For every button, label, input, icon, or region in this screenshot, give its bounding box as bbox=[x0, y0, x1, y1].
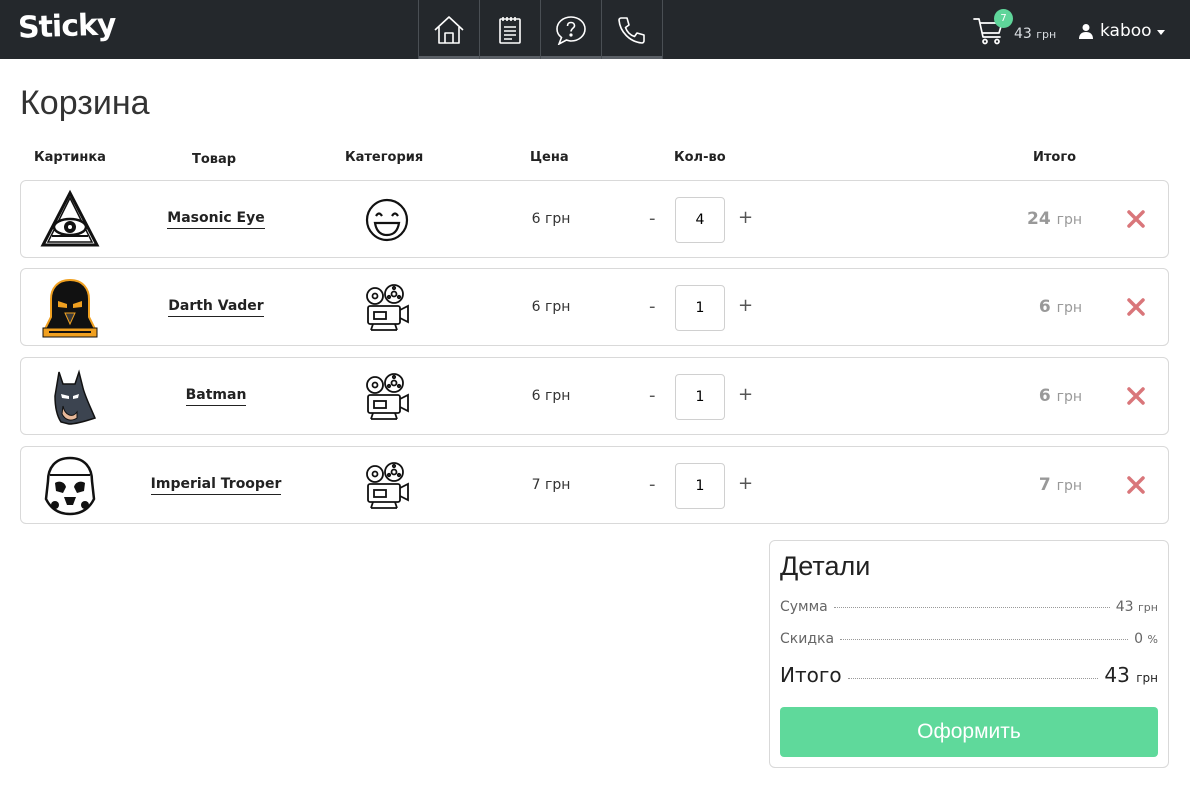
remove-icon[interactable] bbox=[1125, 383, 1147, 409]
checkout-button[interactable]: Оформить bbox=[780, 707, 1158, 757]
details-title: Детали bbox=[780, 551, 871, 581]
grand-total-value: 43 грн bbox=[1104, 663, 1158, 687]
qty-increment-button[interactable]: + bbox=[738, 473, 753, 494]
qty-decrement-button[interactable]: - bbox=[649, 474, 656, 495]
page-title: Корзина bbox=[20, 84, 150, 122]
stormtrooper-icon bbox=[44, 456, 96, 516]
chevron-down-icon bbox=[1156, 29, 1165, 35]
nav-home-button[interactable] bbox=[419, 0, 480, 59]
qty-decrement-button[interactable]: - bbox=[649, 296, 656, 317]
remove-icon[interactable] bbox=[1125, 206, 1147, 232]
cart-row: Imperial Trooper 7 грн - + 7 грн bbox=[20, 446, 1169, 524]
discount-label: Скидка bbox=[780, 631, 835, 647]
notepad-icon bbox=[499, 16, 521, 44]
discount-value: 0 % bbox=[1134, 631, 1158, 647]
qty-increment-button[interactable]: + bbox=[738, 384, 753, 405]
username: kaboo bbox=[1100, 21, 1152, 41]
col-image: Картинка bbox=[34, 150, 106, 165]
qty-input[interactable] bbox=[675, 374, 725, 420]
sum-label: Сумма bbox=[780, 599, 828, 615]
product-name-link[interactable]: Darth Vader bbox=[149, 298, 283, 317]
home-icon bbox=[434, 15, 464, 44]
order-details-panel: Детали Сумма 43 грн Скидка 0 % Итого 43 … bbox=[769, 540, 1169, 768]
product-price: 7 грн bbox=[531, 477, 571, 493]
col-category: Категория bbox=[345, 150, 424, 165]
grand-total-line: Итого 43 грн bbox=[780, 663, 1158, 687]
smiley-icon bbox=[365, 198, 409, 242]
user-menu[interactable]: kaboo bbox=[1078, 21, 1165, 41]
nav-notes-button[interactable] bbox=[480, 0, 541, 59]
nav-faq-button[interactable] bbox=[541, 0, 602, 59]
discount-line: Скидка 0 % bbox=[780, 631, 1158, 647]
film-projector-icon bbox=[366, 284, 409, 331]
row-total: 24 грн bbox=[1027, 209, 1082, 229]
all-seeing-eye-icon bbox=[40, 189, 100, 247]
qty-input[interactable] bbox=[675, 463, 725, 509]
qty-increment-button[interactable]: + bbox=[738, 295, 753, 316]
cart-total-unit: грн bbox=[1036, 28, 1057, 41]
qty-decrement-button[interactable]: - bbox=[649, 385, 656, 406]
product-price: 6 грн bbox=[531, 299, 571, 315]
top-navbar: Sticky 7 43 грн kaboo bbox=[0, 0, 1190, 59]
qty-input[interactable] bbox=[675, 197, 725, 243]
remove-icon[interactable] bbox=[1125, 294, 1147, 320]
dotted-leader bbox=[833, 607, 1110, 608]
nav-icons bbox=[418, 0, 663, 59]
product-price: 6 грн bbox=[531, 211, 571, 227]
sum-value: 43 грн bbox=[1115, 599, 1158, 615]
cart-row: Darth Vader 6 грн - + 6 грн bbox=[20, 268, 1169, 346]
product-name-link[interactable]: Batman bbox=[149, 387, 283, 406]
dotted-leader bbox=[840, 639, 1129, 640]
table-header: Картинка Товар Категория Цена Кол-во Ито… bbox=[0, 150, 1190, 170]
cart-row: Masonic Eye 6 грн - + 24 грн bbox=[20, 180, 1169, 258]
product-name-link[interactable]: Masonic Eye bbox=[149, 210, 283, 229]
cart-total: 43 грн bbox=[1014, 26, 1056, 42]
qty-increment-button[interactable]: + bbox=[738, 207, 753, 228]
cart-row: Batman 6 грн - + 6 грн bbox=[20, 357, 1169, 435]
sum-line: Сумма 43 грн bbox=[780, 599, 1158, 615]
film-projector-icon bbox=[366, 462, 409, 509]
user-icon bbox=[1079, 24, 1093, 39]
row-total: 7 грн bbox=[1038, 475, 1082, 495]
row-total: 6 грн bbox=[1038, 297, 1082, 317]
product-name-link[interactable]: Imperial Trooper bbox=[149, 476, 283, 495]
dotted-leader bbox=[847, 678, 1099, 679]
nav-contact-button[interactable] bbox=[602, 0, 663, 59]
col-qty: Кол-во bbox=[674, 150, 726, 165]
grand-total-label: Итого bbox=[780, 663, 842, 687]
row-total: 6 грн bbox=[1038, 386, 1082, 406]
cart-count-badge: 7 bbox=[994, 9, 1013, 28]
product-price: 6 грн bbox=[531, 388, 571, 404]
remove-icon[interactable] bbox=[1125, 472, 1147, 498]
cart-total-value: 43 bbox=[1014, 26, 1032, 42]
logo[interactable]: Sticky bbox=[17, 7, 116, 45]
phone-icon bbox=[618, 16, 645, 44]
qty-input[interactable] bbox=[675, 285, 725, 331]
question-icon bbox=[556, 15, 586, 45]
col-product: Товар bbox=[192, 152, 237, 167]
col-total: Итого bbox=[1033, 150, 1077, 165]
darth-vader-icon bbox=[42, 278, 98, 338]
film-projector-icon bbox=[366, 373, 409, 420]
col-price: Цена bbox=[530, 150, 569, 165]
batman-icon bbox=[54, 369, 97, 425]
qty-decrement-button[interactable]: - bbox=[649, 208, 656, 229]
